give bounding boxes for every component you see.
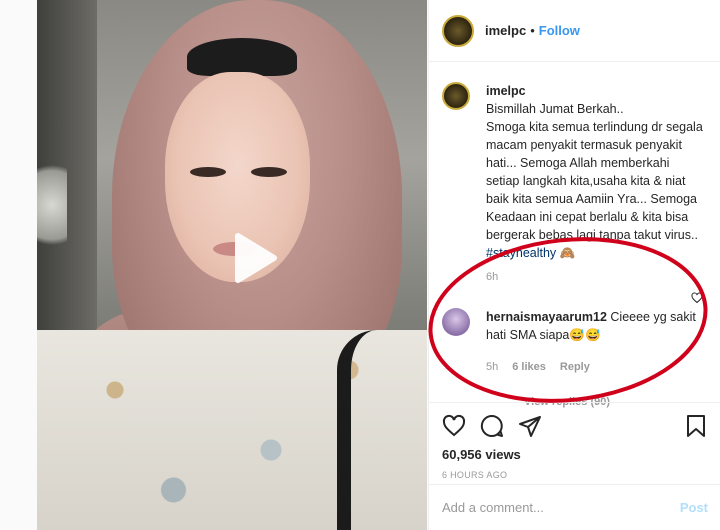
inner-cap bbox=[187, 38, 297, 76]
caption-comment: imelpc Bismillah Jumat Berkah.. Smoga ki… bbox=[442, 82, 708, 286]
play-icon bbox=[235, 233, 277, 283]
post-panel: imelpc • Follow imelpc Bismillah Jumat B… bbox=[428, 0, 720, 530]
caption-username[interactable]: imelpc bbox=[486, 82, 706, 100]
caption-text: Bismillah Jumat Berkah.. Smoga kita semu… bbox=[486, 102, 703, 242]
caption-emoji: 🙈 bbox=[559, 246, 576, 260]
header-username[interactable]: imelpc bbox=[485, 23, 526, 38]
heart-icon[interactable] bbox=[442, 414, 466, 438]
caption-avatar[interactable] bbox=[442, 82, 470, 110]
video-player[interactable] bbox=[37, 0, 427, 530]
comments-section: imelpc Bismillah Jumat Berkah.. Smoga ki… bbox=[429, 62, 720, 408]
reply-comment: hernaismayaarum12 Cieeee yg sakit hati S… bbox=[442, 308, 708, 376]
comment-input[interactable] bbox=[442, 500, 680, 515]
comment-time[interactable]: 5h bbox=[486, 358, 498, 376]
bag-strap bbox=[337, 330, 377, 530]
view-count[interactable]: 60,956 views bbox=[442, 447, 708, 462]
bookmark-icon[interactable] bbox=[684, 414, 708, 438]
actions-bar: 60,956 views 6 HOURS AGO bbox=[429, 402, 720, 488]
comment-likes[interactable]: 6 likes bbox=[512, 358, 546, 376]
add-comment-bar: Post bbox=[429, 484, 720, 530]
right-eye bbox=[251, 167, 287, 177]
comment-like-heart-icon[interactable] bbox=[691, 292, 703, 304]
post-timestamp[interactable]: 6 HOURS AGO bbox=[442, 470, 708, 480]
commenter-avatar[interactable] bbox=[442, 308, 470, 336]
post-button[interactable]: Post bbox=[680, 500, 708, 515]
avatar[interactable] bbox=[442, 14, 474, 47]
reply-button[interactable]: Reply bbox=[560, 358, 590, 376]
play-button[interactable] bbox=[222, 228, 282, 288]
caption-time[interactable]: 6h bbox=[486, 268, 706, 286]
left-eye bbox=[190, 167, 226, 177]
post-header: imelpc • Follow bbox=[429, 0, 720, 62]
comment-icon[interactable] bbox=[480, 414, 504, 438]
plant-decoration bbox=[37, 150, 67, 260]
share-icon[interactable] bbox=[518, 414, 542, 438]
separator-dot: • bbox=[530, 23, 535, 38]
commenter-username[interactable]: hernaismayaarum12 bbox=[486, 310, 607, 324]
hashtag-link[interactable]: #stayhealthy bbox=[486, 246, 556, 260]
follow-button[interactable]: Follow bbox=[539, 23, 580, 38]
